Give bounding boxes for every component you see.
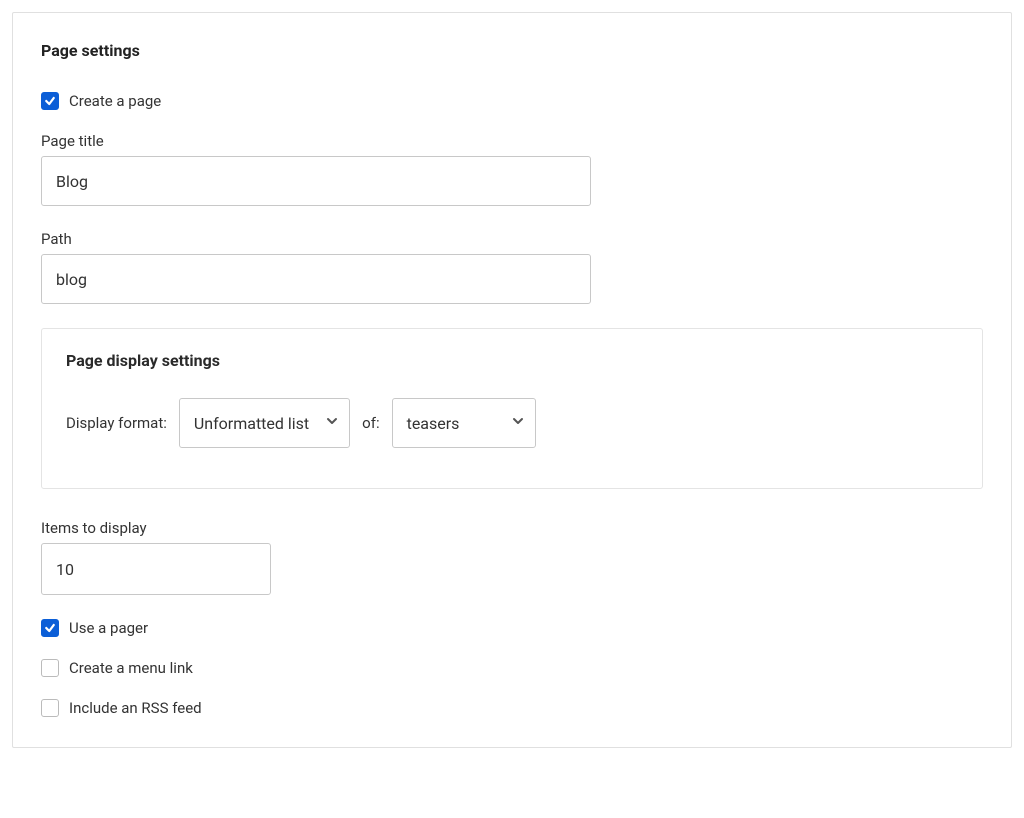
include-rss-row: Include an RSS feed [41,699,983,717]
path-label: Path [41,230,983,248]
page-title-group: Page title [41,132,983,206]
items-to-display-label: Items to display [41,519,983,537]
include-rss-checkbox[interactable] [41,699,59,717]
use-pager-checkbox[interactable] [41,619,59,637]
items-to-display-input[interactable] [41,543,271,595]
of-value: teasers [407,414,460,433]
check-icon [44,95,56,107]
of-select[interactable]: teasers [392,398,536,448]
page-title-input[interactable] [41,156,591,206]
create-page-row: Create a page [41,92,983,110]
page-title-label: Page title [41,132,983,150]
display-format-label: Display format: [66,414,167,432]
create-menu-link-label: Create a menu link [69,659,193,677]
display-format-value: Unformatted list [194,414,309,433]
create-page-label: Create a page [69,92,161,110]
of-select-wrap: teasers [392,398,536,448]
of-label: of: [362,414,379,432]
include-rss-label: Include an RSS feed [69,699,202,717]
page-display-settings-heading: Page display settings [66,351,958,370]
use-pager-row: Use a pager [41,619,983,637]
page-settings-panel: Page settings Create a page Page title P… [12,12,1012,748]
page-display-settings-panel: Page display settings Display format: Un… [41,328,983,489]
check-icon [44,622,56,634]
create-menu-link-checkbox[interactable] [41,659,59,677]
path-input[interactable] [41,254,591,304]
items-to-display-group: Items to display [41,519,983,595]
create-page-checkbox[interactable] [41,92,59,110]
create-menu-link-row: Create a menu link [41,659,983,677]
path-group: Path [41,230,983,304]
display-format-select-wrap: Unformatted list [179,398,350,448]
page-settings-heading: Page settings [41,41,983,60]
use-pager-label: Use a pager [69,619,148,637]
display-format-row: Display format: Unformatted list of: tea… [66,398,958,448]
display-format-select[interactable]: Unformatted list [179,398,350,448]
